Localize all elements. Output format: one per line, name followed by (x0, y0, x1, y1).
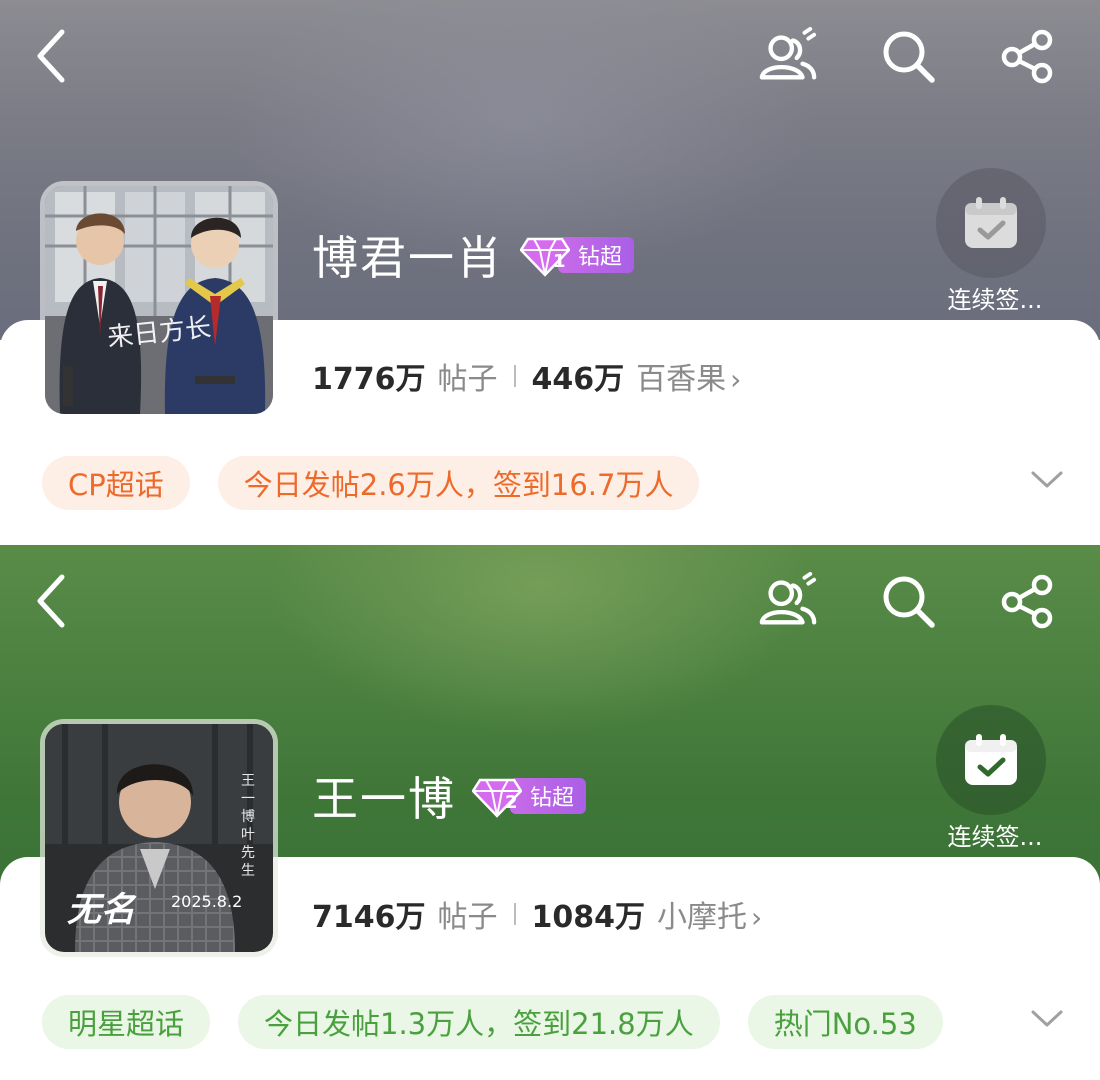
posts-count: 7146万 (312, 900, 426, 935)
stats-divider (513, 365, 516, 387)
checkin-button[interactable] (936, 705, 1046, 815)
members-button[interactable] (758, 571, 818, 631)
people-icon (759, 571, 817, 625)
members-button[interactable] (758, 26, 818, 86)
checkin-label: 连续签... (947, 286, 1043, 314)
fans-count: 1084万 (531, 900, 646, 935)
chevron-right-icon: › (730, 363, 742, 396)
fans-count: 446万 (531, 362, 625, 397)
checkin-button[interactable] (936, 168, 1046, 278)
share-button[interactable] (997, 571, 1057, 631)
expand-button[interactable] (1025, 997, 1069, 1041)
posts-label: 帖子 (437, 900, 498, 935)
search-icon (883, 576, 935, 628)
tag-ranking[interactable]: 热门No.53 (747, 995, 943, 1049)
stats-row: 1776万 帖子 446万 百香果 › (312, 354, 741, 398)
back-button[interactable] (22, 26, 82, 86)
title-row: 博君一肖 1 钻超 (312, 222, 635, 288)
posts-label: 帖子 (437, 362, 498, 397)
topic-avatar[interactable]: 来日方长 (40, 181, 278, 419)
share-icon (1001, 574, 1053, 629)
chevron-left-icon (37, 574, 65, 628)
tag-row: CP超话 今日发帖2.6万人，签到16.7万人 (42, 456, 727, 510)
fans-label: 百香果 (636, 362, 727, 397)
expand-button[interactable] (1025, 458, 1069, 502)
tag-category[interactable]: 明星超话 (42, 995, 211, 1049)
tag-daily-activity[interactable]: 今日发帖1.3万人，签到21.8万人 (238, 995, 720, 1049)
avatar-side-text: 王一博 叶先生 (241, 773, 255, 879)
share-button[interactable] (997, 26, 1057, 86)
badge-level: 1 (553, 251, 566, 272)
calendar-check-icon (965, 734, 1017, 785)
stats-divider (513, 903, 516, 925)
fans-link[interactable]: 1084万 小摩托 › (532, 892, 763, 936)
title-row: 王一博 2 钻超 (312, 763, 587, 829)
topic-avatar[interactable]: 王一博 叶先生 无名 2025.8.2 (40, 719, 278, 957)
super-topic-header-2: 王一博 叶先生 无名 2025.8.2 王一博 2 钻超 连续签... 7146… (0, 545, 1100, 1080)
topic-title: 博君一肖 (312, 231, 504, 285)
topic-title: 王一博 (312, 772, 456, 826)
posts-count: 1776万 (312, 362, 426, 397)
search-button[interactable] (878, 26, 938, 86)
back-button[interactable] (22, 571, 82, 631)
super-topic-header-1: 来日方长 博君一肖 1 钻超 连续签... 1776万 帖子 446万 百香果 … (0, 0, 1100, 540)
tag-category[interactable]: CP超话 (42, 456, 190, 510)
avatar-caption: 2025.8.2 (171, 892, 243, 911)
chevron-right-icon: › (751, 901, 763, 934)
diamond-badge[interactable]: 1 钻超 (520, 235, 635, 277)
badge-level: 2 (505, 792, 518, 813)
chevron-left-icon (37, 29, 65, 83)
search-icon (883, 31, 935, 83)
share-icon (1001, 29, 1053, 84)
fans-link[interactable]: 446万 百香果 › (532, 354, 742, 398)
calendar-check-icon (965, 197, 1017, 248)
tag-row: 明星超话 今日发帖1.3万人，签到21.8万人 热门No.53 (42, 995, 971, 1049)
fans-label: 小摩托 (657, 900, 747, 935)
chevron-down-icon (1031, 471, 1063, 488)
diamond-badge[interactable]: 2 钻超 (472, 776, 587, 818)
avatar-title: 无名 (67, 890, 135, 930)
search-button[interactable] (878, 571, 938, 631)
tag-daily-activity[interactable]: 今日发帖2.6万人，签到16.7万人 (217, 456, 700, 510)
people-icon (759, 26, 817, 80)
checkin-label: 连续签... (947, 823, 1043, 851)
stats-row: 7146万 帖子 1084万 小摩托 › (312, 892, 762, 936)
chevron-down-icon (1031, 1010, 1063, 1027)
